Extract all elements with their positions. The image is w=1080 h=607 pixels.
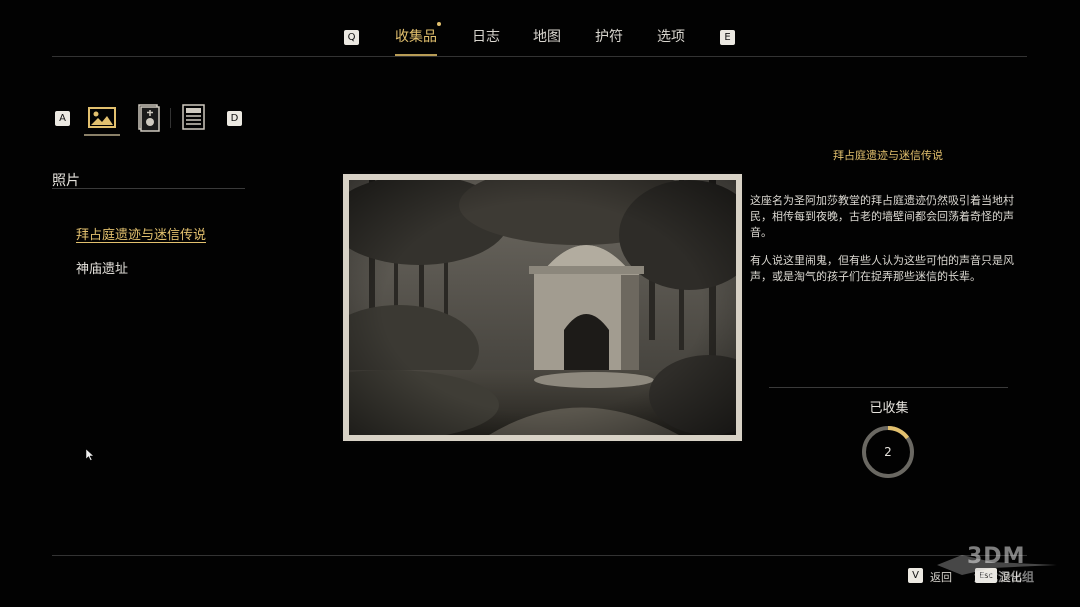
tab-charms[interactable]: 护符 xyxy=(595,26,623,48)
mouse-cursor-icon xyxy=(85,446,95,465)
photo-icon[interactable] xyxy=(88,105,116,133)
category-divider xyxy=(170,108,171,128)
tab-journal[interactable]: 日志 xyxy=(472,26,500,48)
watermark-text: 3DM xyxy=(967,544,1026,569)
watermark: 3DM 游戏汉化组 xyxy=(932,544,1062,584)
detail-paragraph-1: 这座名为圣阿加莎教堂的拜占庭遗迹仍然吸引着当地村民，相传每到夜晚，古老的墙壁间都… xyxy=(750,194,1014,239)
active-category-underline xyxy=(84,134,120,136)
next-category-key[interactable]: D xyxy=(227,111,242,126)
collected-divider xyxy=(769,387,1008,388)
detail-description: 这座名为圣阿加莎教堂的拜占庭遗迹仍然吸引着当地村民，相传每到夜晚，古老的墙壁间都… xyxy=(750,193,1032,297)
photo-image xyxy=(349,180,736,435)
back-key[interactable]: V xyxy=(908,568,923,583)
list-item-temple-site[interactable]: 神庙遗址 xyxy=(76,258,128,277)
selected-item-underline xyxy=(76,242,206,243)
detail-paragraph-2: 有人说这里闹鬼，但有些人认为这些可怕的声音只是风声，或是淘气的孩子们在捉弄那些迷… xyxy=(750,254,1014,283)
prev-tab-key[interactable]: Q xyxy=(344,30,359,45)
collected-label: 已收集 xyxy=(869,401,909,416)
top-navigation: Q 收集品 日志 地图 护符 选项 E xyxy=(0,22,1080,56)
relic-icon[interactable] xyxy=(137,103,165,132)
tab-collectibles[interactable]: 收集品 xyxy=(395,26,437,48)
detail-title: 拜占庭遗迹与迷信传说 xyxy=(833,149,943,162)
tab-options[interactable]: 选项 xyxy=(657,26,685,48)
notification-dot xyxy=(437,22,441,26)
next-tab-key[interactable]: E xyxy=(720,30,735,45)
top-divider xyxy=(52,56,1027,57)
document-icon[interactable] xyxy=(181,103,209,131)
list-item-byzantine-ruins[interactable]: 拜占庭遗迹与迷信传说 xyxy=(76,224,206,243)
section-divider xyxy=(52,188,245,189)
tab-map[interactable]: 地图 xyxy=(533,26,561,48)
prev-category-key[interactable]: A xyxy=(55,111,70,126)
collected-count: 2 xyxy=(884,445,892,459)
collected-progress-ring: 2 xyxy=(860,424,916,484)
bottom-divider xyxy=(52,555,1027,556)
section-title: 照片 xyxy=(52,173,80,189)
photo-frame xyxy=(343,174,742,441)
watermark-subtext: 游戏汉化组 xyxy=(974,570,1035,584)
